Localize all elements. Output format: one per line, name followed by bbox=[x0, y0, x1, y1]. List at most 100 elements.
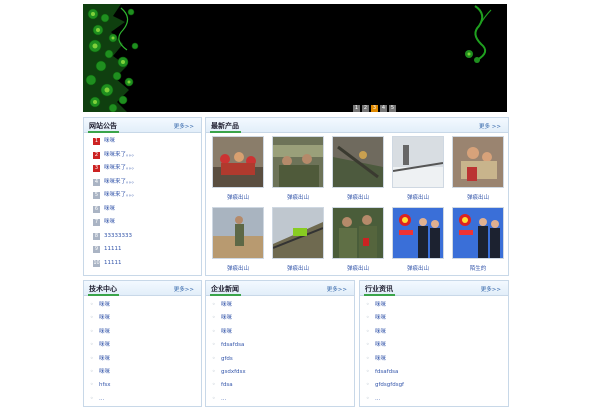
list-link[interactable]: gsdxfdsx bbox=[221, 369, 246, 375]
list-item[interactable]: ◦ 咪咪 bbox=[206, 311, 354, 324]
list-link[interactable]: fdsafdsa bbox=[375, 369, 398, 375]
announcement-link[interactable]: 咪咪 bbox=[104, 219, 115, 225]
list-item[interactable]: ◦ fdsafdsa bbox=[360, 365, 508, 378]
product-card[interactable]: 弹痕出山 bbox=[452, 136, 504, 201]
product-thumbnail[interactable] bbox=[392, 207, 444, 259]
list-item[interactable]: ◦ 咪咪 bbox=[84, 311, 201, 324]
product-caption[interactable]: 陌生的 bbox=[452, 264, 504, 272]
banner-page-button[interactable]: 4 bbox=[380, 105, 387, 112]
list-link[interactable]: 咪咪 bbox=[99, 329, 110, 335]
list-link[interactable]: fdsa bbox=[221, 382, 233, 388]
announcement-link[interactable]: 咪咪来了。。。 bbox=[104, 152, 137, 158]
list-link[interactable]: 咪咪 bbox=[99, 315, 110, 321]
list-item[interactable]: ◦ 咪咪 bbox=[360, 311, 508, 324]
list-link[interactable]: ... bbox=[221, 396, 226, 402]
list-link[interactable]: 咪咪 bbox=[99, 356, 110, 362]
announcement-item[interactable]: 8 33333333 bbox=[84, 230, 201, 244]
product-card[interactable]: 弹痕出山 bbox=[212, 136, 264, 201]
more-link[interactable]: 更多>> bbox=[327, 285, 347, 293]
announcement-item[interactable]: 6 咪咪 bbox=[84, 203, 201, 217]
announcement-link[interactable]: 咪咪来了。。。 bbox=[104, 179, 137, 185]
list-item[interactable]: ◦ 咪咪 bbox=[84, 352, 201, 365]
announcement-item[interactable]: 4 咪咪来了。。。 bbox=[84, 176, 201, 190]
announcement-item[interactable]: 1 咪咪 bbox=[84, 135, 201, 149]
product-card[interactable]: 弹痕出山 bbox=[212, 207, 264, 272]
product-thumbnail[interactable] bbox=[392, 136, 444, 188]
announcement-link[interactable]: 咪咪 bbox=[104, 138, 115, 144]
announcement-item[interactable]: 10 11111 bbox=[84, 257, 201, 271]
list-item[interactable]: ◦ 咪咪 bbox=[360, 325, 508, 338]
product-thumbnail[interactable] bbox=[332, 136, 384, 188]
list-item[interactable]: ◦ fdsa bbox=[206, 378, 354, 391]
list-link[interactable]: 咪咪 bbox=[99, 369, 110, 375]
product-caption[interactable]: 弹痕出山 bbox=[212, 264, 264, 272]
list-link[interactable]: ... bbox=[375, 396, 380, 402]
banner-page-button[interactable]: 5 bbox=[389, 105, 396, 112]
announcement-item[interactable]: 9 11111 bbox=[84, 243, 201, 257]
banner-slideshow[interactable]: 1 2 3 4 5 bbox=[83, 4, 507, 112]
banner-page-button[interactable]: 1 bbox=[353, 105, 360, 112]
more-link[interactable]: 更多 >> bbox=[479, 122, 501, 130]
product-caption[interactable]: 弹痕出山 bbox=[392, 264, 444, 272]
product-caption[interactable]: 弹痕出山 bbox=[392, 193, 444, 201]
announcement-item[interactable]: 5 咪咪来了。。。 bbox=[84, 189, 201, 203]
list-link[interactable]: 咪咪 bbox=[375, 302, 386, 308]
product-thumbnail[interactable] bbox=[272, 207, 324, 259]
product-card[interactable]: 弹痕出山 bbox=[272, 207, 324, 272]
product-card[interactable]: 弹痕出山 bbox=[272, 136, 324, 201]
list-link[interactable]: 咪咪 bbox=[221, 302, 232, 308]
more-link[interactable]: 更多>> bbox=[174, 122, 194, 130]
list-link[interactable]: hfsx bbox=[99, 382, 111, 388]
list-link[interactable]: 咪咪 bbox=[375, 315, 386, 321]
announcement-item[interactable]: 3 咪咪来了。。。 bbox=[84, 162, 201, 176]
list-item[interactable]: ◦ fdsafdsa bbox=[206, 338, 354, 351]
list-item[interactable]: ◦ 咪咪 bbox=[84, 325, 201, 338]
list-link[interactable]: 咪咪 bbox=[375, 356, 386, 362]
product-thumbnail[interactable] bbox=[452, 207, 504, 259]
announcement-link[interactable]: 咪咪 bbox=[104, 206, 115, 212]
list-link[interactable]: gfdsgfdsgf bbox=[375, 382, 404, 388]
list-item[interactable]: ◦ 咪咪 bbox=[360, 338, 508, 351]
list-link[interactable]: ... bbox=[99, 396, 104, 402]
product-caption[interactable]: 弹痕出山 bbox=[332, 193, 384, 201]
more-link[interactable]: 更多>> bbox=[174, 285, 194, 293]
product-thumbnail[interactable] bbox=[332, 207, 384, 259]
product-card[interactable]: 弹痕出山 bbox=[392, 136, 444, 201]
product-caption[interactable]: 弹痕出山 bbox=[272, 193, 324, 201]
list-item[interactable]: ◦ 咪咪 bbox=[206, 325, 354, 338]
list-item[interactable]: ◦ gsdxfdsx bbox=[206, 365, 354, 378]
list-item[interactable]: ◦... bbox=[84, 392, 201, 405]
list-link[interactable]: 咪咪 bbox=[221, 315, 232, 321]
list-item[interactable]: ◦ gfds bbox=[206, 352, 354, 365]
more-link[interactable]: 更多>> bbox=[481, 285, 501, 293]
announcement-item[interactable]: 7 咪咪 bbox=[84, 216, 201, 230]
list-item[interactable]: ◦ 咪咪 bbox=[84, 365, 201, 378]
list-link[interactable]: gfds bbox=[221, 356, 233, 362]
announcement-link[interactable]: 11111 bbox=[104, 260, 122, 266]
product-caption[interactable]: 弹痕出山 bbox=[272, 264, 324, 272]
product-caption[interactable]: 弹痕出山 bbox=[212, 193, 264, 201]
announcement-link[interactable]: 咪咪来了。。。 bbox=[104, 165, 137, 171]
product-thumbnail[interactable] bbox=[212, 207, 264, 259]
product-card[interactable]: 弹痕出山 bbox=[332, 136, 384, 201]
list-link[interactable]: 咪咪 bbox=[99, 342, 110, 348]
list-item[interactable]: ◦ 咪咪 bbox=[206, 298, 354, 311]
list-item[interactable]: ◦ 咪咪 bbox=[360, 352, 508, 365]
product-card[interactable]: 弹痕出山 bbox=[392, 207, 444, 272]
list-link[interactable]: fdsafdsa bbox=[221, 342, 244, 348]
product-caption[interactable]: 弹痕出山 bbox=[332, 264, 384, 272]
list-item[interactable]: ◦ 咪咪 bbox=[84, 298, 201, 311]
list-link[interactable]: 咪咪 bbox=[375, 329, 386, 335]
announcement-link[interactable]: 11111 bbox=[104, 246, 122, 252]
announcement-item[interactable]: 2 咪咪来了。。。 bbox=[84, 149, 201, 163]
product-thumbnail[interactable] bbox=[212, 136, 264, 188]
list-item[interactable]: ◦ hfsx bbox=[84, 378, 201, 391]
list-item[interactable]: ◦ 咪咪 bbox=[360, 298, 508, 311]
list-item[interactable]: ◦... bbox=[360, 392, 508, 405]
product-card[interactable]: 陌生的 bbox=[452, 207, 504, 272]
banner-page-button[interactable]: 2 bbox=[362, 105, 369, 112]
banner-page-button-active[interactable]: 3 bbox=[371, 105, 378, 112]
list-item[interactable]: ◦ gfdsgfdsgf bbox=[360, 378, 508, 391]
announcement-link[interactable]: 33333333 bbox=[104, 233, 132, 239]
list-link[interactable]: 咪咪 bbox=[375, 342, 386, 348]
